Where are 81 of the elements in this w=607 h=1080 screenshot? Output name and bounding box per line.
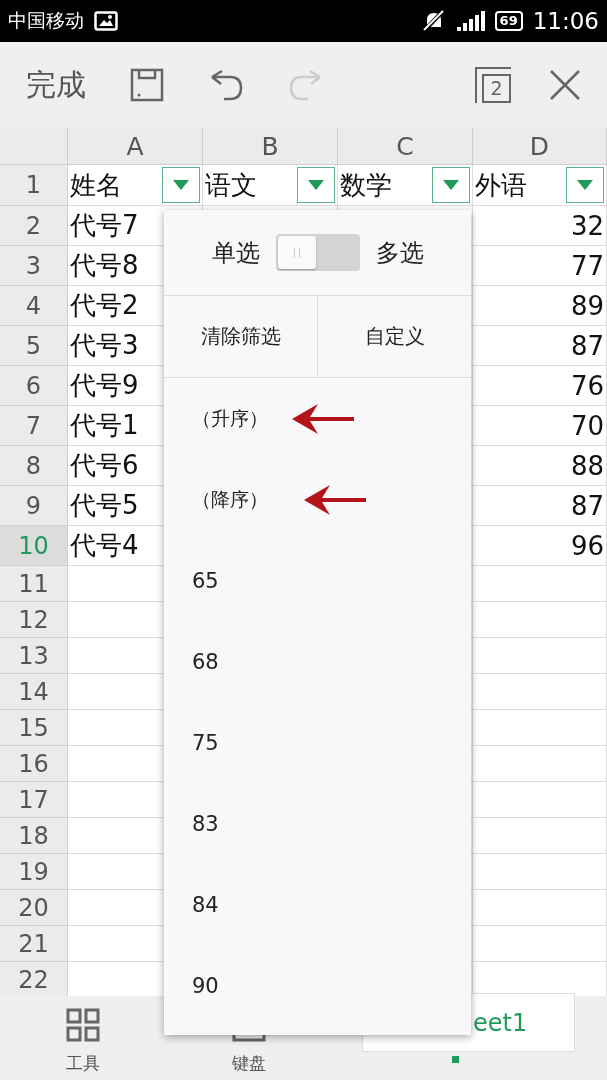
row-header[interactable]: 9 [0, 486, 68, 526]
dropdown-triangle-icon [173, 180, 189, 190]
carrier-name: 中国移动 [8, 8, 84, 33]
filter-value[interactable]: 90 [192, 973, 219, 998]
row-header[interactable]: 11 [0, 566, 68, 602]
filter-button[interactable] [566, 167, 604, 203]
table-cell-text: 代号7 [70, 209, 139, 242]
filter-value[interactable]: 83 [192, 811, 219, 836]
table-cell: 88 [570, 450, 604, 481]
row-header[interactable]: 21 [0, 926, 68, 962]
row-header[interactable]: 8 [0, 446, 68, 486]
dropdown-triangle-icon [577, 180, 593, 190]
single-select-label: 单选 [211, 237, 260, 269]
row-header[interactable]: 20 [0, 890, 68, 926]
filter-value[interactable]: 68 [192, 649, 219, 674]
row-header[interactable]: 22 [0, 962, 68, 996]
row-header[interactable]: 5 [0, 326, 68, 366]
filter-value[interactable]: 75 [192, 730, 219, 755]
filter-value[interactable]: 65 [192, 568, 219, 593]
table-cell-text: 语文 [205, 168, 257, 202]
row-header[interactable]: 6 [0, 366, 68, 406]
table-cell-text: 代号3 [70, 329, 139, 362]
table-cell-text: 姓名 [70, 168, 122, 202]
filter-button[interactable] [162, 167, 200, 203]
corner-cell[interactable] [0, 128, 68, 165]
table-cell-text: 代号2 [70, 289, 139, 322]
row-header[interactable]: 1 [0, 165, 68, 206]
custom-button[interactable]: 自定义 [317, 296, 471, 377]
table-cell: 77 [570, 250, 604, 281]
table-cell-text: 外语 [475, 168, 527, 202]
tools-label[interactable]: 工具 [66, 1052, 100, 1075]
table-cell: 70 [570, 410, 604, 441]
table-cell-text: 代号5 [70, 489, 139, 522]
dropdown-triangle-icon [443, 180, 459, 190]
sort-option[interactable]: （降序） [192, 486, 268, 513]
row-header[interactable]: 17 [0, 782, 68, 818]
filter-button[interactable] [432, 167, 470, 203]
table-cell-text: 代号1 [70, 409, 139, 442]
dropdown-triangle-icon [308, 180, 324, 190]
table-cell: 87 [570, 490, 604, 521]
grid-icon[interactable] [66, 1008, 100, 1042]
table-cell: 89 [570, 290, 604, 321]
mode-switch[interactable] [275, 234, 360, 271]
column-header[interactable]: B [203, 128, 338, 165]
done-button[interactable]: 完成 [26, 64, 86, 106]
row-header[interactable]: 15 [0, 710, 68, 746]
table-cell: 76 [570, 370, 604, 401]
multi-select-label: 多选 [375, 237, 424, 269]
table-cell: 32 [570, 210, 604, 241]
table-cell-text: 代号6 [70, 449, 139, 482]
table-cell-text: 代号9 [70, 369, 139, 402]
row-header[interactable]: 14 [0, 674, 68, 710]
column-header[interactable]: C [338, 128, 473, 165]
battery-level: 69 [494, 11, 523, 31]
row-header[interactable]: 18 [0, 818, 68, 854]
filter-button[interactable] [297, 167, 335, 203]
muted-bell-icon [420, 9, 447, 33]
table-cell-text: 代号4 [70, 529, 139, 562]
row-header[interactable]: 4 [0, 286, 68, 326]
row-header[interactable]: 7 [0, 406, 68, 446]
row-header[interactable]: 13 [0, 638, 68, 674]
column-header[interactable]: A [68, 128, 203, 165]
table-cell: 96 [570, 530, 604, 561]
row-header[interactable]: 3 [0, 246, 68, 286]
row-header[interactable]: 12 [0, 602, 68, 638]
table-cell: 87 [570, 330, 604, 361]
table-cell-text: 代号8 [70, 249, 139, 282]
keyboard-label[interactable]: 键盘 [232, 1052, 266, 1075]
row-header[interactable]: 19 [0, 854, 68, 890]
column-header[interactable]: D [473, 128, 607, 165]
row-header[interactable]: 16 [0, 746, 68, 782]
clear-filter-button[interactable]: 清除筛选 [164, 296, 317, 377]
row-header[interactable]: 2 [0, 206, 68, 246]
table-cell-text: 数学 [340, 168, 392, 202]
signal-icon [456, 11, 485, 31]
sort-option[interactable]: （升序） [192, 405, 268, 432]
clock-time: 11:06 [532, 8, 599, 34]
save-icon[interactable] [130, 68, 164, 102]
close-icon[interactable] [549, 69, 581, 101]
filter-value[interactable]: 84 [192, 892, 219, 917]
picture-icon [94, 11, 118, 31]
